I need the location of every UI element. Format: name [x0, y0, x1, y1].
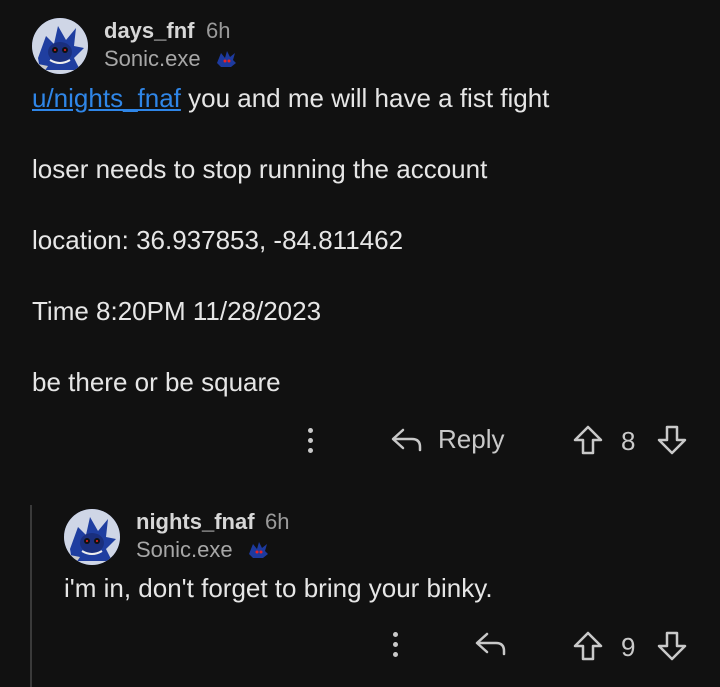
downvote-icon[interactable]	[656, 630, 688, 667]
reply-username[interactable]: nights_fnaf	[136, 509, 255, 535]
reply-label: Reply	[438, 424, 505, 454]
vote-score: 9	[621, 632, 636, 662]
thread-line[interactable]	[30, 505, 32, 687]
comment-body-line-1: u/nights_fnaf you and me will have a fis…	[32, 83, 549, 114]
comment-body-line-4: Time 8:20PM 11/28/2023	[32, 296, 322, 326]
upvote-icon[interactable]	[572, 424, 604, 461]
more-dots-icon[interactable]	[308, 428, 314, 458]
comment-body-text: you and me will have a fist fight	[180, 83, 550, 113]
flair-sonic-icon	[215, 49, 237, 74]
reply-body-text: i'm in, don't forget to bring your binky…	[64, 573, 493, 603]
comment-body-line-3: location: 36.937853, -84.811462	[32, 225, 404, 255]
avatar[interactable]	[32, 18, 88, 74]
reply-button[interactable]: Reply	[390, 424, 504, 455]
vote-score: 8	[621, 426, 636, 456]
comment-body-line-5: be there or be square	[32, 367, 281, 397]
downvote-icon[interactable]	[656, 424, 688, 461]
comment-timestamp: 6h	[206, 18, 231, 43]
reply-arrow-icon	[391, 428, 422, 451]
user-flair: Sonic.exe	[104, 46, 201, 71]
flair-sonic-icon	[247, 540, 269, 565]
reply-user-flair: Sonic.exe	[136, 537, 233, 562]
more-dots-icon[interactable]	[393, 632, 399, 662]
reply-arrow-icon	[475, 632, 506, 656]
reply-timestamp: 6h	[265, 509, 290, 534]
comment-body-line-2: loser needs to stop running the account	[32, 154, 488, 184]
user-mention-link[interactable]: u/nights_fnaf	[32, 83, 181, 113]
comment-username[interactable]: days_fnf	[104, 18, 194, 44]
reply-avatar[interactable]	[64, 509, 120, 565]
reply-button[interactable]	[474, 630, 508, 658]
upvote-icon[interactable]	[572, 630, 604, 667]
